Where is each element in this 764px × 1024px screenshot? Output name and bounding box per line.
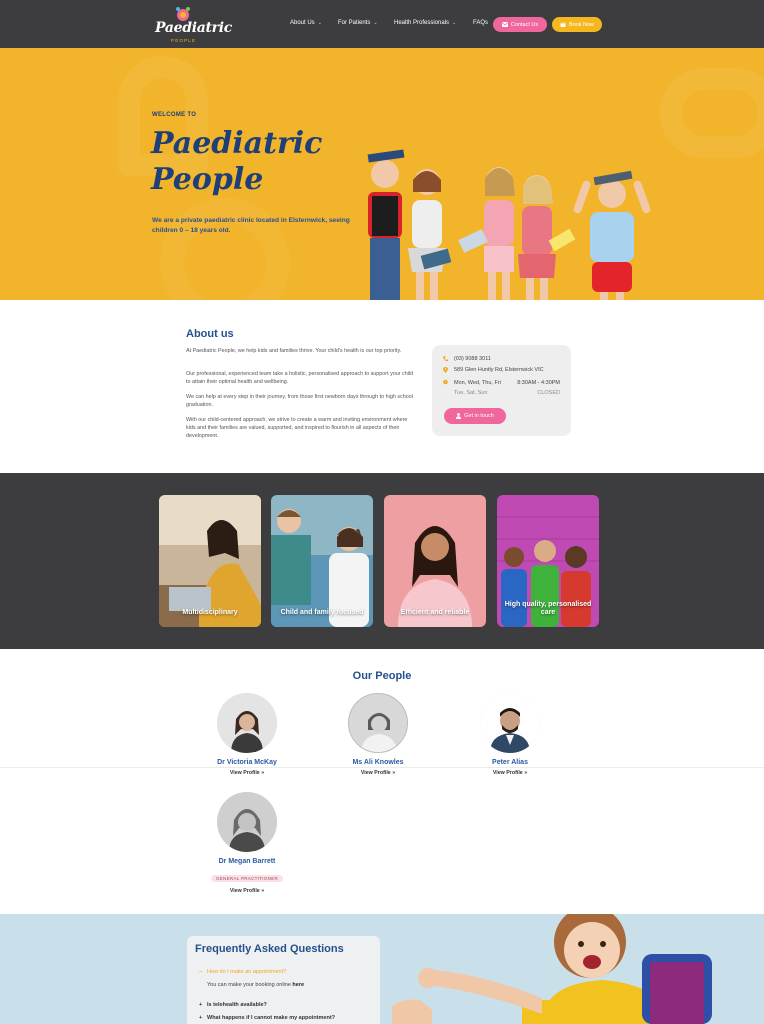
about-paragraph: We can help at every step in their journ…: [186, 394, 413, 408]
happy-girl-image: [392, 914, 764, 1024]
hours-time: 8:30AM - 4:30PM: [517, 380, 560, 386]
view-profile-link[interactable]: View Profile »: [187, 888, 307, 894]
plus-icon: +: [199, 1002, 203, 1008]
user-icon: [456, 413, 462, 419]
hero-decoration: [660, 68, 764, 158]
about-paragraph: At Paediatric People, we help kids and f…: [186, 348, 402, 354]
feature-card[interactable]: Efficient and reliable: [384, 495, 486, 627]
plus-icon: +: [199, 1015, 203, 1021]
hours-days: Mon, Wed, Thu, Fri: [454, 380, 501, 386]
feature-label: Multidisciplinary: [182, 609, 238, 616]
location-pin-icon: [443, 367, 448, 373]
team-member-card: Dr Victoria McKay View Profile »: [187, 693, 307, 776]
chevron-down-icon: ⌄: [452, 20, 457, 26]
about-title: About us: [186, 328, 234, 340]
feature-label: Child and family focused: [280, 609, 364, 616]
feature-card[interactable]: Child and family focused: [271, 495, 373, 627]
hours-days: Tue, Sat, Sun: [454, 390, 488, 396]
feature-photo-multidisciplinary: [159, 495, 261, 627]
faq-question[interactable]: + What happens if I cannot make my appoin…: [199, 1015, 335, 1021]
feature-photo-efficient-reliable: [384, 495, 486, 627]
faq-answer-link[interactable]: here: [292, 982, 304, 988]
phone-icon: [443, 356, 448, 362]
logo-subtext: PEOPLE: [171, 38, 197, 43]
view-profile-link[interactable]: View Profile »: [187, 770, 307, 776]
our-people-title: Our People: [352, 670, 412, 682]
address: 589 Glen Huntly Rd, Elsternwick VIC: [454, 367, 544, 373]
hero-section: WELCOME TO Paediatric People We are a pr…: [0, 48, 764, 300]
nav-health-professionals[interactable]: Health Professionals ⌄: [394, 20, 456, 26]
nav-faqs[interactable]: FAQs: [473, 20, 488, 26]
feature-label: Efficient and reliable: [400, 609, 470, 616]
hero-subtitle: We are a private paediatric clinic locat…: [152, 217, 350, 234]
chevron-down-icon: ⌄: [373, 20, 378, 26]
hours-time: CLOSED: [537, 390, 560, 396]
faq-answer: You can make your booking online here: [207, 982, 305, 988]
hero-title: Paediatric People: [151, 126, 323, 197]
chevron-down-icon: ⌄: [317, 20, 322, 26]
feature-card[interactable]: Multidisciplinary: [159, 495, 261, 627]
role-badge: GENERAL PRACTITIONER: [210, 875, 284, 882]
about-paragraph: With our child-centered approach, we str…: [186, 417, 408, 439]
view-profile-link[interactable]: View Profile »: [318, 770, 438, 776]
avatar[interactable]: [480, 693, 540, 753]
faq-title: Frequently Asked Questions: [195, 943, 344, 955]
phone-number[interactable]: (03) 9088 3011: [454, 356, 491, 362]
feature-label: High quality, personalised care: [504, 601, 592, 616]
faq-question[interactable]: – How do I make an appointment?: [199, 969, 286, 975]
get-in-touch-button[interactable]: Get in touch: [444, 408, 506, 424]
team-member-name: Peter Alias: [492, 759, 528, 766]
features-band: Multidisciplinary Child and family focus…: [0, 473, 764, 649]
calendar-icon: [560, 22, 566, 27]
view-profile-link[interactable]: View Profile »: [450, 770, 570, 776]
nav-for-patients[interactable]: For Patients ⌄: [338, 20, 378, 26]
team-member-card: Dr Megan Barrett GENERAL PRACTITIONER Vi…: [187, 792, 307, 894]
contact-info-card: (03) 9088 3011 589 Glen Huntly Rd, Elste…: [432, 345, 571, 436]
avatar[interactable]: [348, 693, 408, 753]
team-member-name: Dr Victoria McKay: [217, 759, 277, 766]
section-divider: [0, 767, 764, 768]
nav-about-us[interactable]: About Us ⌄: [290, 20, 322, 26]
feature-card[interactable]: High quality, personalised care: [497, 495, 599, 627]
about-paragraph: Our professional, experienced team take …: [186, 371, 414, 385]
hero-welcome: WELCOME TO: [152, 112, 197, 118]
contact-us-button[interactable]: Contact Us: [493, 17, 547, 32]
faq-section: Frequently Asked Questions – How do I mak…: [0, 914, 764, 1024]
children-reading-image: [367, 149, 651, 300]
faq-question[interactable]: + Is telehealth available?: [199, 1002, 267, 1008]
logo[interactable]: Paediatric PEOPLE: [155, 6, 232, 46]
logo-text: Paediatric: [155, 20, 232, 36]
team-member-name: Ms Ali Knowles: [352, 759, 404, 766]
faq-card: Frequently Asked Questions – How do I mak…: [187, 936, 380, 1024]
team-member-name: Dr Megan Barrett: [218, 858, 276, 865]
book-now-button[interactable]: Book Now: [552, 17, 602, 32]
team-member-card: Ms Ali Knowles View Profile »: [318, 693, 438, 776]
site-header: Paediatric PEOPLE About Us ⌄ For Patients…: [0, 0, 764, 48]
avatar[interactable]: [217, 693, 277, 753]
feature-photo-child-family: [271, 495, 373, 627]
mail-icon: [501, 22, 508, 27]
hero-decoration: [160, 198, 290, 300]
clock-icon: [443, 379, 448, 385]
minus-icon: –: [199, 969, 203, 975]
team-member-card: Peter Alias View Profile »: [450, 693, 570, 776]
avatar[interactable]: [217, 792, 277, 852]
